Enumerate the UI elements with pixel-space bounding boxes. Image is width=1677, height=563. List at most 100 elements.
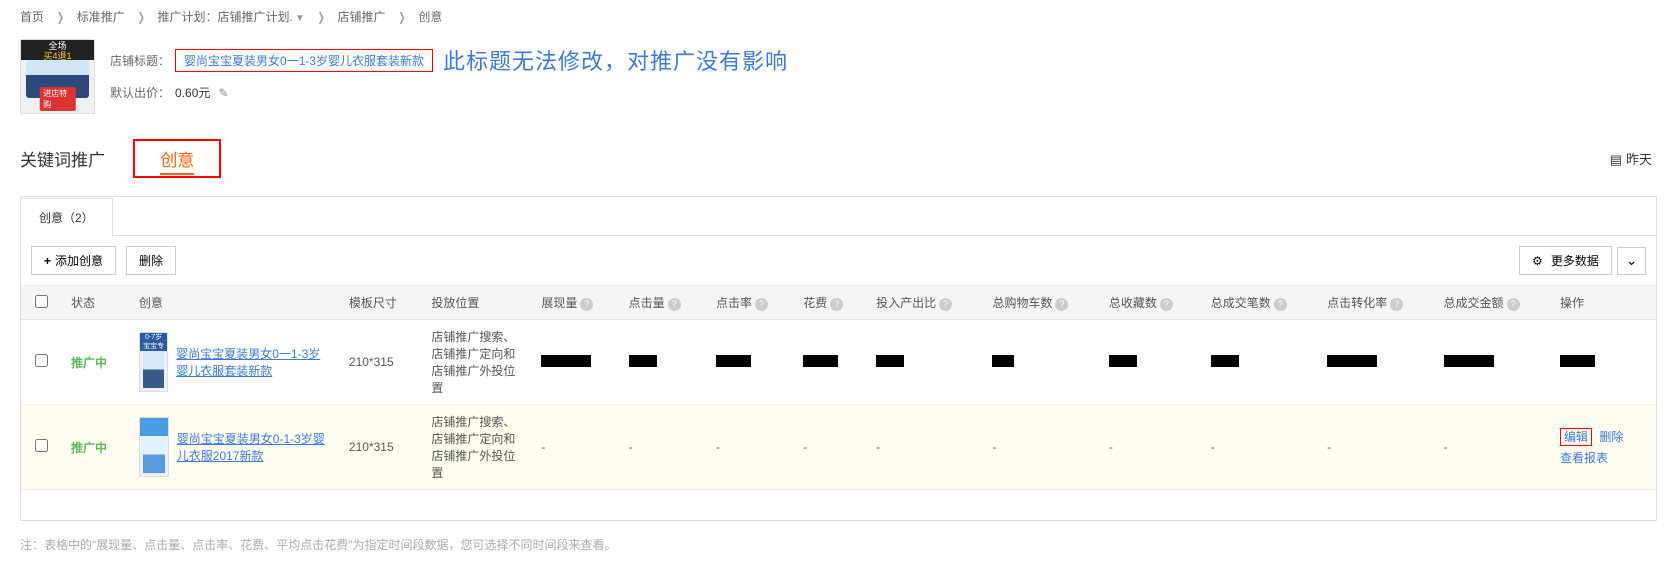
cell-cvr	[1317, 320, 1433, 405]
product-thumbnail[interactable]: 全场 买4退1 进店特购	[20, 39, 95, 114]
row-checkbox[interactable]	[35, 439, 48, 452]
bc-shop[interactable]: 店铺推广	[338, 10, 386, 24]
cell-position: 店铺推广搜索、店铺推广定向和店铺推广外投位置	[421, 405, 531, 490]
cell-cost	[793, 320, 866, 405]
col-cost: 花费?	[793, 286, 866, 320]
delete-button[interactable]: 删除	[126, 246, 176, 275]
help-icon[interactable]: ?	[939, 298, 952, 311]
cell-impressions	[531, 320, 618, 405]
cell-cost: -	[793, 405, 866, 490]
cell-cart	[982, 320, 1098, 405]
cell-clicks	[619, 320, 706, 405]
chevron-right-icon: ❭	[55, 11, 65, 25]
date-selector[interactable]: ▤昨天	[1610, 149, 1652, 168]
toolbar: +添加创意 删除 更多数据 ⌄	[21, 236, 1656, 286]
cell-gmv	[1434, 320, 1550, 405]
help-icon[interactable]: ?	[1274, 298, 1287, 311]
cell-size: 210*315	[339, 405, 421, 490]
cell-roi: -	[866, 405, 982, 490]
cell-fav: -	[1099, 405, 1201, 490]
bc-home[interactable]: 首页	[20, 10, 44, 24]
creative-card: 创意（2） +添加创意 删除 更多数据 ⌄ 状态 创意 模板尺寸 投放位置 展现…	[20, 196, 1657, 521]
cell-ctr	[706, 320, 793, 405]
row-checkbox[interactable]	[35, 354, 48, 367]
chevron-right-icon: ❭	[316, 11, 326, 25]
cell-deals: -	[1201, 405, 1317, 490]
calendar-icon: ▤	[1610, 152, 1622, 167]
footnote: 注：表格中的"展现量、点击量、点击率、花费、平均点击花费"为指定时间段数据，您可…	[0, 526, 1677, 563]
chevron-right-icon: ❭	[397, 11, 407, 25]
title-note: 此标题无法修改，对推广没有影响	[443, 44, 788, 76]
bc-plan-name[interactable]: 店铺推广计划.	[218, 10, 293, 24]
cell-ctr: -	[706, 405, 793, 490]
shop-title-label: 店铺标题：	[110, 52, 170, 69]
cell-ops	[1550, 320, 1656, 405]
status-badge: 推广中	[71, 356, 107, 370]
creative-thumbnail[interactable]	[139, 417, 169, 477]
expand-button[interactable]: ⌄	[1617, 247, 1646, 275]
col-gmv: 总成交金额?	[1434, 286, 1550, 320]
tab-keyword[interactable]: 关键词推广	[20, 141, 115, 176]
edit-icon[interactable]: ✎	[218, 86, 228, 100]
help-icon[interactable]: ?	[580, 298, 593, 311]
data-table: 状态 创意 模板尺寸 投放位置 展现量? 点击量? 点击率? 花费? 投入产出比…	[21, 286, 1656, 490]
col-position: 投放位置	[421, 286, 531, 320]
cell-clicks: -	[619, 405, 706, 490]
creative-thumbnail[interactable]: 0-7岁宝宝专场	[139, 332, 168, 392]
default-bid-value: 0.60元	[175, 84, 210, 101]
delete-link[interactable]: 删除	[1599, 430, 1623, 444]
caret-down-icon[interactable]: ▼	[295, 13, 305, 24]
shop-title-value: 婴尚宝宝夏装男女0一1-3岁婴儿衣服套装新款	[175, 49, 433, 72]
help-icon[interactable]: ?	[755, 298, 768, 311]
bc-plan-label: 推广计划：	[158, 10, 218, 24]
col-ops: 操作	[1550, 286, 1656, 320]
bc-creative: 创意	[418, 10, 442, 24]
help-icon[interactable]: ?	[1160, 298, 1173, 311]
edit-link[interactable]: 编辑	[1560, 428, 1592, 446]
table-row: 推广中 0-7岁宝宝专场 婴尚宝宝夏装男女0一1-3岁婴儿衣服套装新款 210*…	[21, 320, 1656, 405]
card-tab-count[interactable]: 创意（2）	[20, 198, 113, 236]
cell-fav	[1099, 320, 1201, 405]
header-section: 全场 买4退1 进店特购 店铺标题： 婴尚宝宝夏装男女0一1-3岁婴儿衣服套装新…	[0, 29, 1677, 129]
select-all-checkbox[interactable]	[35, 295, 48, 308]
help-icon[interactable]: ?	[830, 298, 843, 311]
creative-title-link[interactable]: 婴尚宝宝夏装男女0一1-3岁婴儿衣服套装新款	[176, 345, 329, 379]
report-link[interactable]: 查看报表	[1560, 451, 1608, 465]
col-ctr: 点击率?	[706, 286, 793, 320]
default-bid-label: 默认出价：	[110, 84, 170, 101]
table-row: 推广中 婴尚宝宝夏装男女0-1-3岁婴儿衣服2017新款 210*315 店铺推…	[21, 405, 1656, 490]
col-impressions: 展现量?	[531, 286, 618, 320]
col-deals: 总成交笔数?	[1201, 286, 1317, 320]
add-creative-button[interactable]: +添加创意	[31, 246, 116, 275]
help-icon[interactable]: ?	[668, 298, 681, 311]
cell-position: 店铺推广搜索、店铺推广定向和店铺推广外投位置	[421, 320, 531, 405]
breadcrumb: 首页 ❭ 标准推广 ❭ 推广计划：店铺推广计划.▼ ❭ 店铺推广 ❭ 创意	[0, 0, 1677, 29]
thumb-badge: 全场 买4退1	[21, 40, 94, 60]
bc-standard[interactable]: 标准推广	[77, 10, 125, 24]
col-cart: 总购物车数?	[982, 286, 1098, 320]
more-data-button[interactable]: 更多数据	[1519, 246, 1612, 275]
cell-cart: -	[982, 405, 1098, 490]
plus-icon: +	[44, 254, 51, 268]
tab-creative-highlight: 创意	[133, 139, 221, 178]
cell-cvr: -	[1317, 405, 1433, 490]
help-icon[interactable]: ?	[1055, 298, 1068, 311]
cell-ops: 编辑 删除 查看报表	[1550, 405, 1656, 490]
col-roi: 投入产出比?	[866, 286, 982, 320]
section-tabs: 关键词推广 创意 ▤昨天	[0, 139, 1677, 178]
chevron-right-icon: ❭	[136, 11, 146, 25]
thumb-cta: 进店特购	[39, 87, 76, 111]
col-fav: 总收藏数?	[1099, 286, 1201, 320]
col-status: 状态	[61, 286, 129, 320]
chevron-down-icon: ⌄	[1626, 253, 1637, 268]
help-icon[interactable]: ?	[1507, 298, 1520, 311]
cell-gmv: -	[1434, 405, 1550, 490]
cell-roi	[866, 320, 982, 405]
tab-creative[interactable]: 创意	[160, 151, 194, 175]
col-cvr: 点击转化率?	[1317, 286, 1433, 320]
col-size: 模板尺寸	[339, 286, 421, 320]
status-badge: 推广中	[71, 441, 107, 455]
help-icon[interactable]: ?	[1390, 298, 1403, 311]
col-creative: 创意	[129, 286, 339, 320]
creative-title-link[interactable]: 婴尚宝宝夏装男女0-1-3岁婴儿衣服2017新款	[177, 430, 329, 464]
